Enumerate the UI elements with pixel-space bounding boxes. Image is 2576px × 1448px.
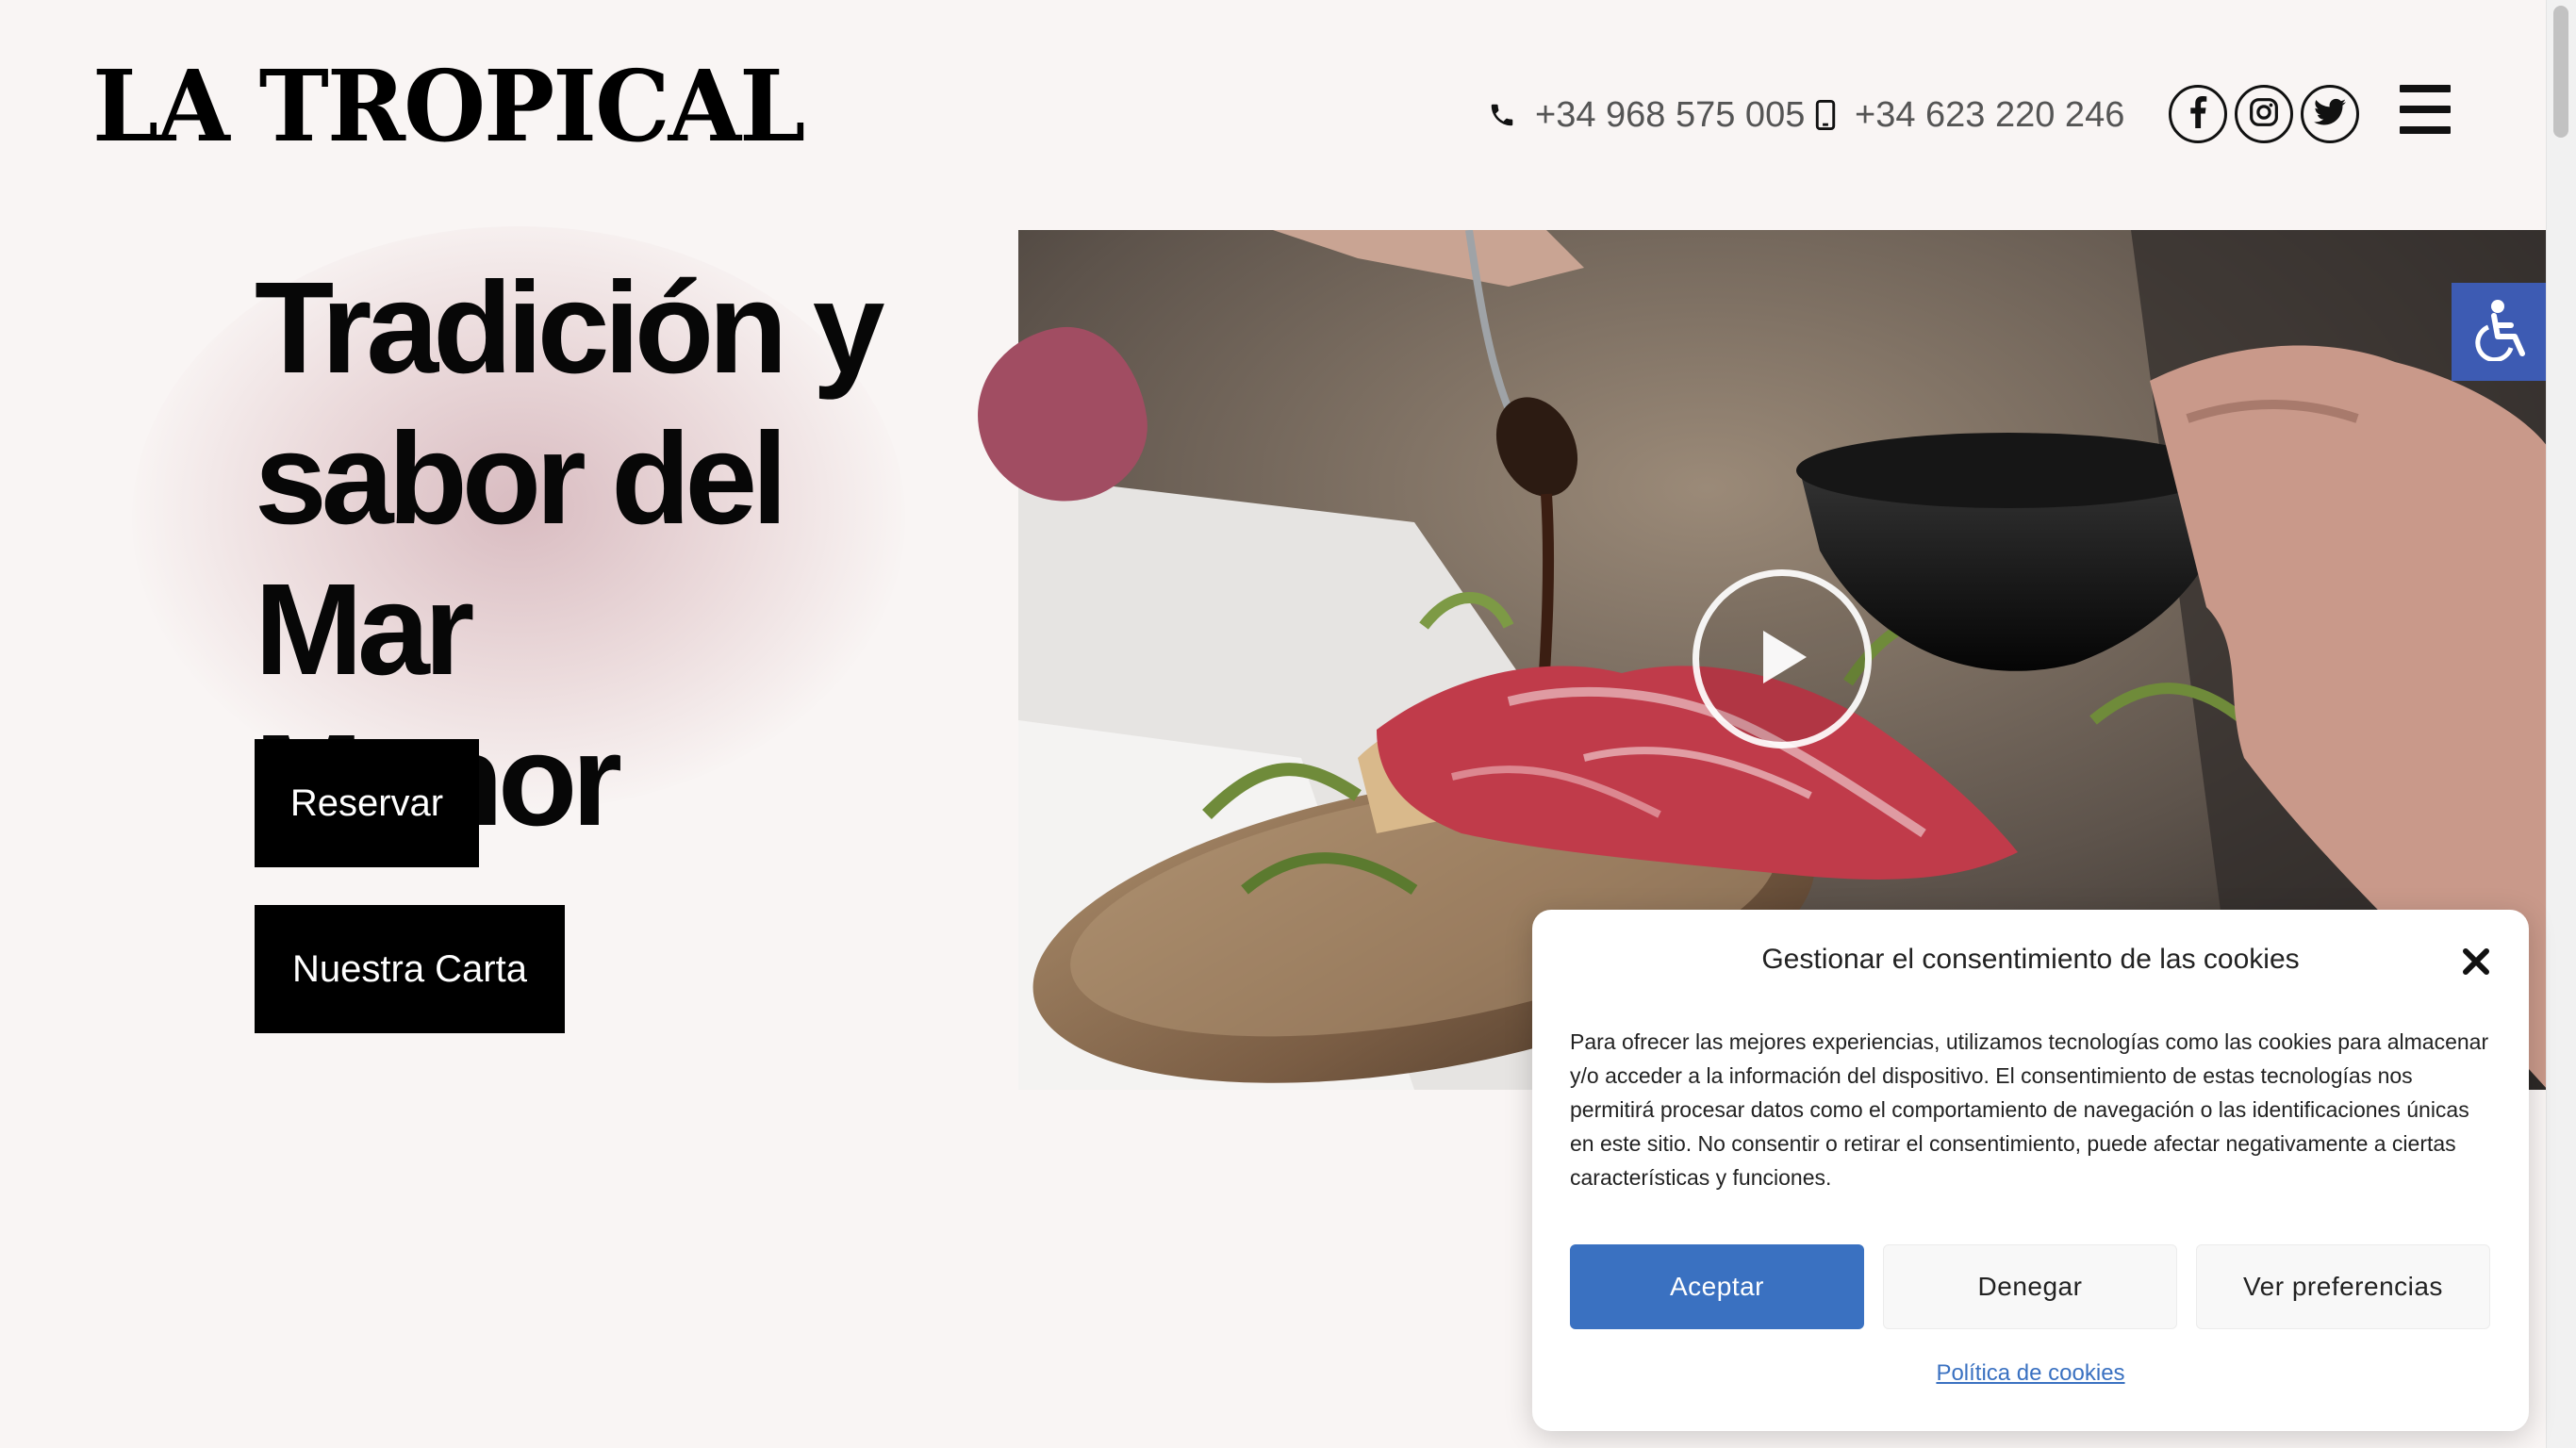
phone-landline-text: +34 968 575 005 bbox=[1535, 94, 1806, 135]
video-play-button[interactable] bbox=[1693, 569, 1872, 749]
play-icon bbox=[1754, 627, 1810, 692]
twitter-button[interactable] bbox=[2301, 85, 2359, 143]
wheelchair-icon bbox=[2469, 299, 2530, 366]
twitter-icon bbox=[2314, 98, 2346, 131]
accept-cookies-button[interactable]: Aceptar bbox=[1570, 1244, 1864, 1329]
hamburger-menu-button[interactable] bbox=[2400, 85, 2451, 134]
hamburger-icon bbox=[2400, 85, 2451, 92]
headline-line: Tradición y bbox=[255, 255, 885, 401]
phone-mobile-text: +34 623 220 246 bbox=[1855, 94, 2125, 135]
facebook-icon bbox=[2188, 95, 2208, 133]
hamburger-icon-bar bbox=[2400, 106, 2451, 113]
instagram-button[interactable] bbox=[2235, 85, 2293, 143]
facebook-button[interactable] bbox=[2169, 85, 2227, 143]
cookie-policy-link[interactable]: Política de cookies bbox=[1532, 1360, 2529, 1387]
phone-icon bbox=[1488, 101, 1516, 129]
view-preferences-button[interactable]: Ver preferencias bbox=[2196, 1244, 2490, 1329]
cookie-modal-title: Gestionar el consentimiento de las cooki… bbox=[1761, 944, 2300, 975]
cookie-consent-modal: Gestionar el consentimiento de las cooki… bbox=[1532, 910, 2529, 1431]
page-scrollbar-thumb[interactable] bbox=[2553, 6, 2568, 138]
instagram-icon bbox=[2249, 97, 2279, 132]
close-icon bbox=[2462, 947, 2490, 980]
menu-carta-button[interactable]: Nuestra Carta bbox=[255, 905, 565, 1033]
mobile-phone-icon bbox=[1815, 100, 1836, 130]
hamburger-icon-bar bbox=[2400, 126, 2451, 134]
headline-line: sabor del Mar bbox=[255, 406, 788, 702]
site-logo[interactable]: LA TROPICAL bbox=[92, 55, 805, 158]
page-scrollbar[interactable] bbox=[2546, 0, 2576, 1448]
deny-cookies-button[interactable]: Denegar bbox=[1883, 1244, 2177, 1329]
cookie-modal-body: Para ofrecer las mejores experiencias, u… bbox=[1570, 1029, 2489, 1190]
accessibility-button[interactable] bbox=[2452, 283, 2548, 381]
reserve-button[interactable]: Reservar bbox=[255, 739, 479, 867]
phone-landline-link[interactable]: +34 968 575 005 bbox=[1488, 90, 1805, 140]
close-button[interactable] bbox=[2456, 944, 2496, 983]
phone-mobile-link[interactable]: +34 623 220 246 bbox=[1815, 90, 2124, 140]
